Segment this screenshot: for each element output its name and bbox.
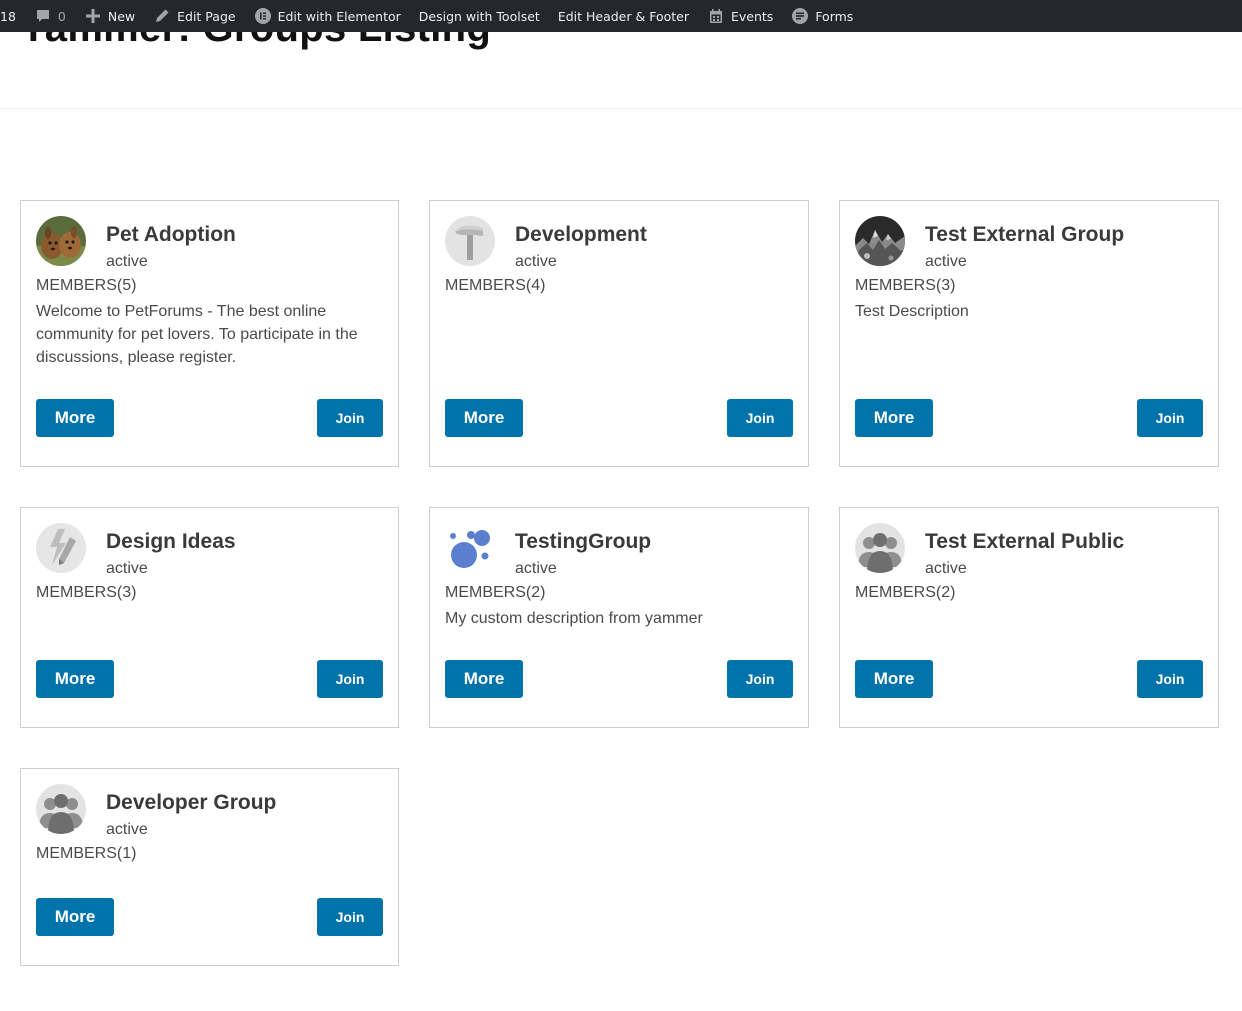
group-members-count: MEMBERS(3) xyxy=(36,584,137,601)
group-description: My custom description from yammer xyxy=(445,610,703,627)
group-name: Design Ideas xyxy=(106,530,236,553)
group-members-count: MEMBERS(4) xyxy=(445,277,546,294)
forms-label: Forms xyxy=(815,8,854,24)
header-footer-label: Edit Header & Footer xyxy=(557,8,689,24)
edit-page-link[interactable]: Edit Page xyxy=(144,0,244,32)
join-button[interactable]: Join xyxy=(727,399,793,437)
toolset-label: Design with Toolset xyxy=(418,8,540,24)
updates-count: 18 xyxy=(0,8,16,24)
title-divider xyxy=(0,108,1242,109)
edit-page-label: Edit Page xyxy=(177,8,236,24)
join-button[interactable]: Join xyxy=(1137,660,1203,698)
group-name: TestingGroup xyxy=(515,530,652,553)
more-button[interactable]: More xyxy=(445,660,523,698)
group-status: active xyxy=(515,253,557,270)
group-members-count: MEMBERS(5) xyxy=(36,277,137,294)
more-button[interactable]: More xyxy=(855,660,933,698)
forms-menu[interactable]: Forms xyxy=(782,0,862,32)
group-members-count: MEMBERS(1) xyxy=(36,845,137,862)
group-card-test-external-group: Test External Group active MEMBERS(3) Te… xyxy=(839,200,1219,467)
more-button[interactable]: More xyxy=(855,399,933,437)
group-status: active xyxy=(106,821,148,838)
updates-counter[interactable]: 18 xyxy=(0,0,25,32)
events-label: Events xyxy=(730,8,774,24)
new-content-menu[interactable]: New xyxy=(75,0,144,32)
group-members-count: MEMBERS(2) xyxy=(855,584,956,601)
plus-icon xyxy=(84,7,102,25)
group-name: Developer Group xyxy=(106,791,277,814)
dark-photo-icon xyxy=(855,216,905,266)
people-group-icon xyxy=(36,784,86,834)
join-button[interactable]: Join xyxy=(1137,399,1203,437)
hammer-icon xyxy=(445,216,495,266)
design-with-toolset-link[interactable]: Design with Toolset xyxy=(410,0,549,32)
group-name: Test External Public xyxy=(925,530,1125,553)
group-status: active xyxy=(925,560,967,577)
pencil-icon xyxy=(153,7,171,25)
pets-photo-icon xyxy=(36,216,86,266)
group-card-test-external-public: Test External Public active MEMBERS(2) M… xyxy=(839,507,1219,728)
join-button[interactable]: Join xyxy=(317,399,383,437)
edit-header-footer-link[interactable]: Edit Header & Footer xyxy=(549,0,698,32)
group-status: active xyxy=(515,560,557,577)
people-group-icon xyxy=(855,523,905,573)
more-button[interactable]: More xyxy=(445,399,523,437)
edit-with-elementor-link[interactable]: Edit with Elementor xyxy=(245,0,410,32)
group-card-design-ideas: Design Ideas active MEMBERS(3) More Join xyxy=(20,507,399,728)
group-status: active xyxy=(925,253,967,270)
more-button[interactable]: More xyxy=(36,660,114,698)
group-description: Welcome to PetForums - The best online c… xyxy=(36,303,358,366)
group-name: Test External Group xyxy=(925,223,1125,246)
group-status: active xyxy=(106,253,148,270)
events-menu[interactable]: Events xyxy=(698,0,782,32)
elementor-label: Edit with Elementor xyxy=(277,8,401,24)
group-card-pet-adoption: Pet Adoption active MEMBERS(5) Welcome t… xyxy=(20,200,399,467)
forms-icon xyxy=(791,7,809,25)
new-label: New xyxy=(107,8,136,24)
comments-menu[interactable]: 0 xyxy=(25,0,75,32)
admin-bar: 18 0 New Edit Page Edit with Elementor D… xyxy=(0,0,1242,32)
elementor-icon xyxy=(254,7,272,25)
group-card-development: Development active MEMBERS(4) More Join xyxy=(429,200,809,467)
group-name: Development xyxy=(515,223,647,246)
comment-icon xyxy=(34,7,52,25)
join-button[interactable]: Join xyxy=(317,898,383,936)
group-members-count: MEMBERS(3) xyxy=(855,277,956,294)
group-description: Test Description xyxy=(855,303,969,320)
join-button[interactable]: Join xyxy=(317,660,383,698)
group-members-count: MEMBERS(2) xyxy=(445,584,546,601)
lightning-pencil-icon xyxy=(36,523,86,573)
calendar-icon xyxy=(707,7,725,25)
group-name: Pet Adoption xyxy=(106,223,236,246)
group-card-developer-group: Developer Group active MEMBERS(1) More J… xyxy=(20,768,399,966)
more-button[interactable]: More xyxy=(36,399,114,437)
comments-count: 0 xyxy=(57,8,66,24)
join-button[interactable]: Join xyxy=(727,660,793,698)
group-card-testinggroup: TestingGroup active MEMBERS(2) My custom… xyxy=(429,507,809,728)
more-button[interactable]: More xyxy=(36,898,114,936)
bubbles-icon xyxy=(445,523,495,573)
group-status: active xyxy=(106,560,148,577)
